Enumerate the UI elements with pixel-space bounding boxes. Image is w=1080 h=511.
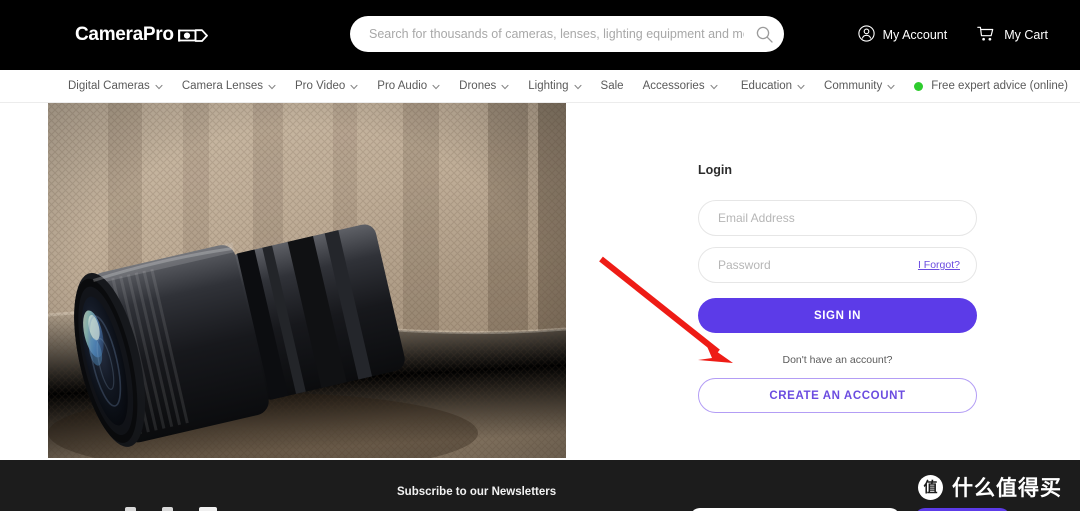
expert-advice-label: Free expert advice (online) — [931, 80, 1068, 92]
social-icon-1[interactable] — [125, 505, 136, 511]
footer-social-links — [125, 505, 217, 511]
nav-item-drones[interactable]: Drones — [459, 80, 509, 92]
my-cart-button[interactable]: My Cart — [977, 26, 1048, 45]
search-input[interactable] — [350, 27, 744, 41]
search-bar[interactable] — [350, 16, 784, 52]
page-root: CameraPro Search for thousands of camera… — [0, 0, 1080, 511]
chevron-down-icon — [710, 82, 718, 90]
nav-item-camera-lenses[interactable]: Camera Lenses — [182, 80, 276, 92]
nav-item-community[interactable]: Community — [824, 80, 895, 92]
nav-label: Accessories — [642, 80, 705, 92]
chevron-down-icon — [797, 82, 805, 90]
sign-in-button[interactable]: SIGN IN — [698, 298, 977, 333]
chevron-down-icon — [501, 82, 509, 90]
brand-logo-text: CameraPro — [75, 24, 174, 45]
site-header: CameraPro Search for thousands of camera… — [0, 0, 1080, 70]
camera-icon — [177, 27, 208, 44]
my-cart-label: My Cart — [1004, 28, 1048, 42]
hero-lens-photo — [48, 103, 566, 458]
chevron-down-icon — [573, 82, 582, 90]
nav-label: Pro Video — [295, 80, 346, 92]
my-account-button[interactable]: My Account — [857, 25, 948, 45]
newsletter-title: Subscribe to our Newsletters — [397, 486, 557, 498]
social-icon-2[interactable] — [162, 505, 173, 511]
main-navigation: Digital Cameras Camera Lenses Pro Video … — [0, 70, 1080, 103]
expert-advice-status[interactable]: Free expert advice (online) — [914, 80, 1068, 92]
no-account-text: Don't have an account? — [782, 354, 893, 366]
login-panel: Login I Forgot? SIGN IN Don't have an ac… — [698, 163, 977, 413]
site-footer: Subscribe to our Newsletters 值 什么值得买 — [0, 460, 1080, 511]
nav-item-digital-cameras[interactable]: Digital Cameras — [68, 80, 163, 92]
nav-label: Lighting — [528, 80, 569, 92]
nav-primary-group: Digital Cameras Camera Lenses Pro Video … — [68, 80, 718, 92]
chevron-down-icon — [268, 82, 276, 90]
brand-logo[interactable]: CameraPro — [75, 24, 208, 46]
lens-photo-illustration — [48, 103, 566, 458]
nav-item-lighting[interactable]: Lighting — [528, 80, 582, 92]
nav-item-pro-video[interactable]: Pro Video — [295, 80, 358, 92]
shopping-cart-icon — [977, 26, 996, 45]
watermark-text: 什么值得买 — [952, 476, 1062, 500]
nav-secondary-group: Education Community Free expert advice (… — [741, 80, 1068, 92]
chevron-down-icon — [887, 82, 895, 90]
chevron-down-icon — [155, 82, 163, 90]
nav-item-accessories[interactable]: Accessories — [643, 80, 718, 92]
watermark-badge: 值 — [918, 474, 943, 500]
nav-item-pro-audio[interactable]: Pro Audio — [377, 80, 440, 92]
nav-item-sale[interactable]: Sale — [601, 80, 624, 92]
header-account-zone: My Account My Cart — [857, 0, 1080, 70]
watermark: 值 什么值得买 — [918, 472, 1062, 502]
create-account-button[interactable]: CREATE AN ACCOUNT — [698, 378, 977, 413]
email-input[interactable] — [699, 211, 976, 225]
password-field-wrapper[interactable]: I Forgot? — [698, 247, 977, 283]
chevron-down-icon — [432, 82, 440, 90]
user-circle-icon — [857, 25, 875, 45]
my-account-label: My Account — [882, 28, 948, 42]
social-icon-3[interactable] — [199, 505, 217, 511]
nav-label: Sale — [600, 80, 624, 92]
nav-item-education[interactable]: Education — [741, 80, 805, 92]
nav-label: Community — [824, 80, 883, 92]
nav-label: Pro Audio — [377, 80, 428, 92]
nav-label: Digital Cameras — [68, 80, 150, 92]
nav-label: Camera Lenses — [181, 80, 263, 92]
online-dot-icon — [914, 81, 924, 91]
nav-label: Education — [740, 80, 793, 92]
chevron-down-icon — [350, 82, 358, 90]
nav-label: Drones — [459, 80, 497, 92]
login-title: Login — [698, 163, 733, 177]
forgot-password-link[interactable]: I Forgot? — [918, 259, 960, 271]
email-field-wrapper[interactable] — [698, 200, 977, 236]
search-icon[interactable] — [744, 26, 784, 43]
